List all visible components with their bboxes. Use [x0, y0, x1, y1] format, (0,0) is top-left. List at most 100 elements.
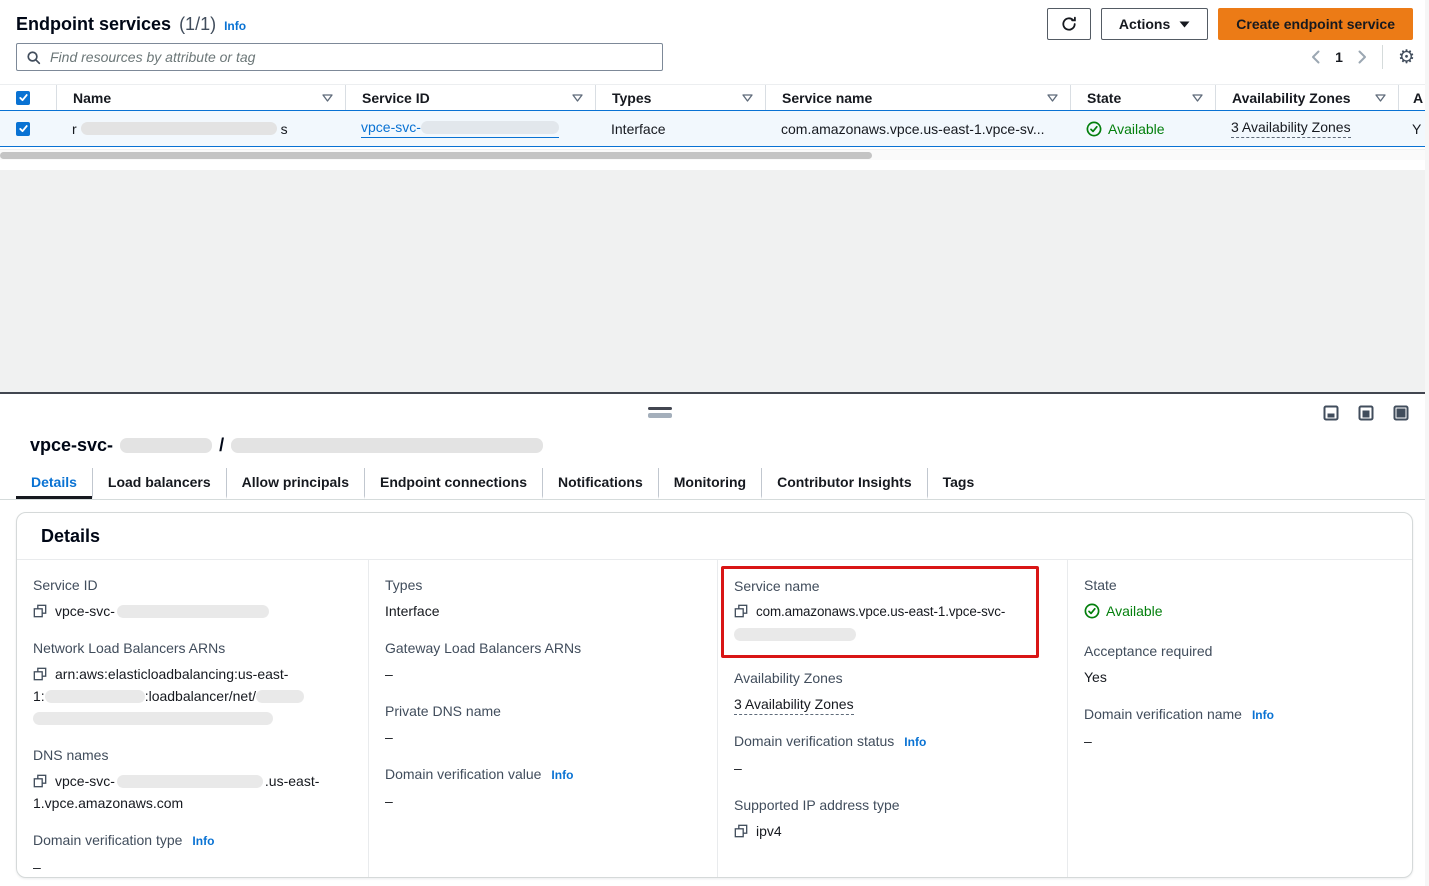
copy-icon[interactable] — [734, 824, 748, 838]
search-box[interactable] — [16, 43, 663, 71]
column-header-types[interactable]: Types — [595, 85, 765, 110]
table-row[interactable]: rs vpce-svc- Interface com.amazonaws.vpc… — [0, 110, 1429, 147]
pagination: 1 ⚙ — [1311, 45, 1415, 69]
field-label: Supported IP address type — [734, 795, 900, 815]
tab-endpoint-connections[interactable]: Endpoint connections — [364, 468, 542, 499]
copy-icon[interactable] — [33, 604, 47, 618]
panel-title: vpce-svc- / — [30, 435, 543, 456]
info-link[interactable]: Info — [551, 765, 573, 785]
state-status: Available — [1084, 600, 1163, 622]
row-truncated-value: Y — [1412, 121, 1421, 137]
success-check-icon — [1086, 121, 1102, 137]
vertical-scrollbar[interactable] — [1425, 0, 1429, 886]
redacted-text — [231, 438, 543, 453]
panel-layout-large-icon[interactable] — [1393, 405, 1409, 421]
field-label: Domain verification value — [385, 764, 541, 784]
field-acceptance-required: Acceptance required Yes — [1084, 641, 1392, 688]
tab-load-balancers[interactable]: Load balancers — [92, 468, 226, 499]
column-header-label: Types — [612, 90, 651, 106]
info-link[interactable]: Info — [192, 831, 214, 851]
tab-tags[interactable]: Tags — [927, 468, 990, 499]
field-value: ipv4 — [756, 823, 782, 839]
info-link[interactable]: Info — [1252, 705, 1274, 725]
actions-button[interactable]: Actions — [1101, 8, 1208, 40]
field-value: vpce-svc- — [55, 773, 115, 789]
info-link[interactable]: Info — [904, 732, 926, 752]
horizontal-scrollbar-thumb[interactable] — [0, 152, 872, 159]
tab-allow-principals[interactable]: Allow principals — [226, 468, 364, 499]
details-card-header: Details — [17, 513, 1412, 560]
select-all-cell — [0, 85, 56, 110]
field-label: State — [1084, 575, 1117, 595]
row-name-fragment: r — [72, 121, 77, 137]
field-service-id: Service ID vpce-svc- — [33, 575, 348, 622]
column-header-service-name[interactable]: Service name — [765, 85, 1070, 110]
page-title-wrap: Endpoint services (1/1) Info — [16, 14, 246, 35]
redacted-text — [421, 121, 559, 134]
service-id-link[interactable]: vpce-svc- — [361, 119, 559, 138]
field-value: Yes — [1084, 669, 1107, 685]
row-availability-zones-cell: 3 Availability Zones — [1215, 111, 1398, 146]
state-label: Available — [1106, 600, 1163, 622]
field-value: – — [385, 729, 393, 745]
field-availability-zones: Availability Zones 3 Availability Zones — [734, 668, 1047, 715]
field-value: com.amazonaws.vpce.us-east-1.vpce-svc- — [756, 604, 1005, 619]
search-input[interactable] — [48, 48, 653, 66]
column-header-service-id[interactable]: Service ID — [345, 85, 595, 110]
filter-caret-icon[interactable] — [572, 94, 583, 102]
field-label: Types — [385, 575, 422, 595]
row-name-fragment: s — [281, 121, 288, 137]
next-page-icon[interactable] — [1358, 50, 1367, 64]
row-checkbox[interactable] — [16, 122, 30, 136]
header-actions: Actions Create endpoint service — [1047, 8, 1413, 40]
details-card: Details Service ID vpce-svc- Network Loa… — [16, 512, 1413, 878]
field-value: – — [385, 666, 393, 682]
pagination-divider — [1382, 45, 1383, 69]
settings-gear-icon[interactable]: ⚙ — [1398, 48, 1415, 67]
field-value: Interface — [385, 603, 439, 619]
page-number[interactable]: 1 — [1335, 49, 1343, 65]
panel-tabs: Details Load balancers Allow principals … — [16, 468, 989, 499]
tab-details[interactable]: Details — [16, 468, 92, 499]
field-private-dns-name: Private DNS name – — [385, 701, 697, 748]
page-header: Endpoint services (1/1) Info Actions Cre… — [16, 8, 1413, 40]
redacted-text — [81, 122, 277, 135]
field-value: 1: — [33, 688, 45, 704]
availability-zones-popover-link[interactable]: 3 Availability Zones — [734, 696, 854, 715]
service-id-prefix: vpce-svc- — [361, 119, 421, 135]
copy-icon[interactable] — [734, 604, 748, 618]
row-types-value: Interface — [611, 121, 665, 137]
filter-caret-icon[interactable] — [1192, 94, 1203, 102]
tabs-divider — [0, 499, 1429, 500]
select-all-checkbox[interactable] — [16, 91, 30, 105]
split-panel-drag-handle[interactable] — [648, 407, 672, 418]
create-endpoint-service-button[interactable]: Create endpoint service — [1218, 8, 1413, 40]
column-header-name[interactable]: Name — [56, 85, 345, 110]
row-name-cell: rs — [56, 111, 345, 146]
tab-contributor-insights[interactable]: Contributor Insights — [761, 468, 927, 499]
copy-icon[interactable] — [33, 667, 47, 681]
column-header-state[interactable]: State — [1070, 85, 1215, 110]
field-label: Domain verification name — [1084, 704, 1242, 724]
info-link[interactable]: Info — [224, 19, 246, 33]
panel-layout-medium-icon[interactable] — [1358, 405, 1374, 421]
details-column-1: Service ID vpce-svc- Network Load Balanc… — [17, 560, 368, 878]
filter-caret-icon[interactable] — [322, 94, 333, 102]
copy-icon[interactable] — [33, 774, 47, 788]
filter-caret-icon[interactable] — [742, 94, 753, 102]
field-label: Availability Zones — [734, 668, 843, 688]
refresh-button[interactable] — [1047, 8, 1091, 40]
filter-caret-icon[interactable] — [1375, 94, 1386, 102]
panel-title-prefix: vpce-svc- — [30, 435, 113, 456]
column-header-label: Service ID — [362, 90, 430, 106]
previous-page-icon[interactable] — [1311, 50, 1320, 64]
availability-zones-popover-link[interactable]: 3 Availability Zones — [1231, 119, 1351, 138]
panel-layout-small-icon[interactable] — [1323, 405, 1339, 421]
filter-caret-icon[interactable] — [1047, 94, 1058, 102]
page-title: Endpoint services — [16, 14, 171, 35]
row-types-cell: Interface — [595, 111, 765, 146]
tab-notifications[interactable]: Notifications — [542, 468, 658, 499]
column-header-availability-zones[interactable]: Availability Zones — [1215, 85, 1398, 110]
tab-monitoring[interactable]: Monitoring — [658, 468, 761, 499]
refresh-icon — [1061, 16, 1077, 32]
